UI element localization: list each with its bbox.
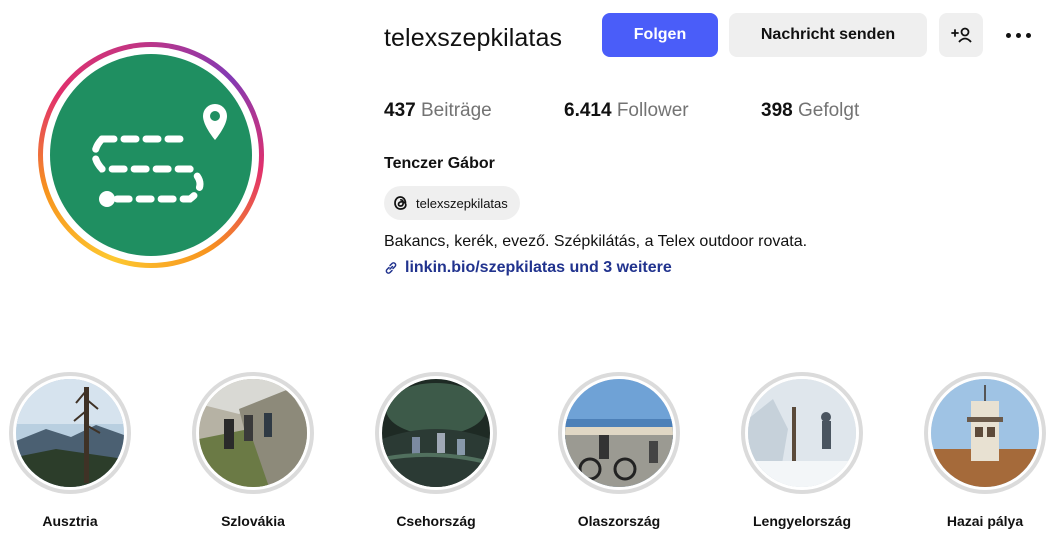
followers-stat[interactable]: 6.414 Follower: [564, 100, 689, 122]
follow-button[interactable]: Folgen: [602, 13, 718, 57]
following-stat[interactable]: 398 Gefolgt: [761, 100, 859, 122]
route-map-pin-icon: [91, 104, 227, 207]
highlight-cover: [379, 376, 493, 490]
highlight-label: Ausztria: [42, 513, 98, 529]
highlight-lengyelorszag[interactable]: Lengyelország: [732, 372, 872, 529]
highlight-label: Olaszország: [577, 513, 661, 529]
highlight-label: Hazai pálya: [946, 513, 1024, 529]
suggest-accounts-button[interactable]: [939, 13, 983, 57]
highlight-cover: [196, 376, 310, 490]
highlight-cover: [745, 376, 859, 490]
avatar-logo: [50, 54, 252, 256]
highlight-ausztria[interactable]: Ausztria: [0, 372, 140, 529]
bio-link[interactable]: linkin.bio/szepkilatas und 3 weitere: [384, 259, 672, 277]
profile-avatar[interactable]: [38, 42, 264, 268]
highlight-label: Lengyelország: [752, 513, 852, 529]
following-count: 398: [761, 100, 793, 121]
threads-icon: [394, 196, 407, 210]
story-highlights: Ausztria Szlovákia Csehország Olaszorszá…: [0, 372, 1046, 533]
highlight-cover: [13, 376, 127, 490]
highlight-cover: [928, 376, 1042, 490]
add-person-icon: [951, 27, 972, 43]
send-message-button[interactable]: Nachricht senden: [729, 13, 927, 57]
threads-badge[interactable]: telexszepkilatas: [384, 186, 520, 220]
highlight-cover: [562, 376, 676, 490]
full-name: Tenczer Gábor: [384, 155, 495, 172]
followers-label: Follower: [616, 100, 689, 121]
bio-link-text: linkin.bio/szepkilatas und 3 weitere: [405, 259, 672, 276]
posts-stat[interactable]: 437 Beiträge: [384, 100, 492, 122]
posts-count: 437: [384, 100, 416, 121]
posts-label: Beiträge: [420, 100, 492, 121]
highlight-label: Csehország: [396, 513, 476, 529]
link-icon: [385, 262, 397, 274]
highlight-olaszorszag[interactable]: Olaszország: [549, 372, 689, 529]
followers-count: 6.414: [564, 100, 612, 121]
highlight-hazai-palya[interactable]: Hazai pálya: [915, 372, 1046, 529]
highlight-szlovakia[interactable]: Szlovákia: [183, 372, 323, 529]
highlight-csehorszag[interactable]: Csehország: [366, 372, 506, 529]
following-label: Gefolgt: [797, 100, 860, 121]
bio-text: Bakancs, kerék, evező. Szépkilátás, a Te…: [384, 233, 808, 250]
highlight-label: Szlovákia: [221, 513, 285, 529]
threads-handle: telexszepkilatas: [416, 195, 508, 211]
more-options-icon[interactable]: [998, 22, 1038, 48]
username: telexszepkilatas: [384, 24, 563, 52]
